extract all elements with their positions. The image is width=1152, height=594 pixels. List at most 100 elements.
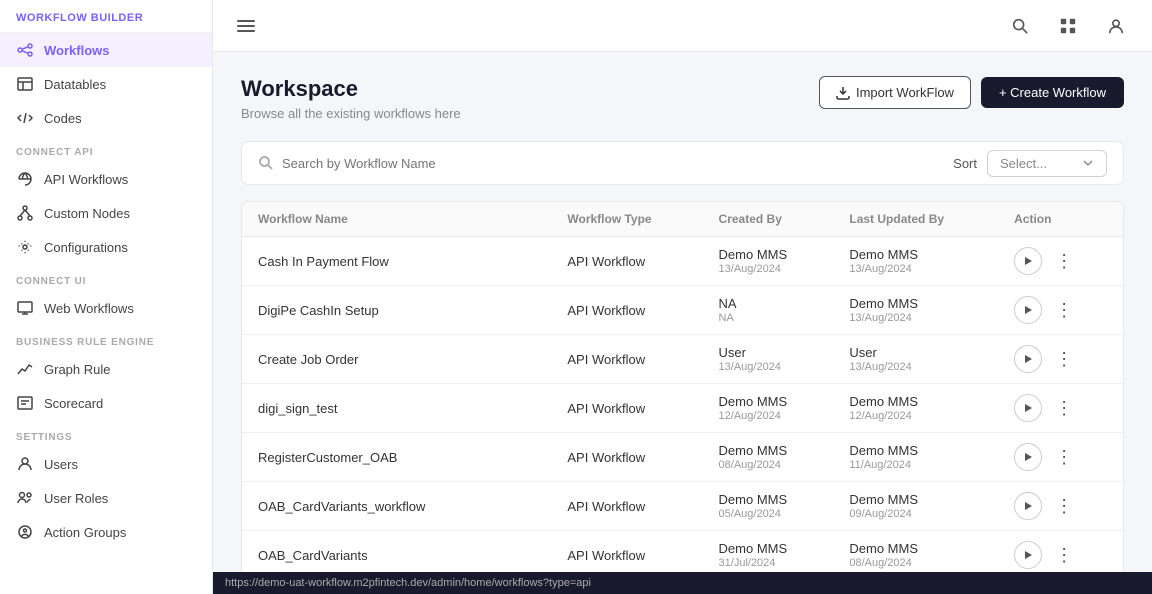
cell-workflow-name: digi_sign_test — [242, 384, 551, 433]
play-icon — [1022, 451, 1034, 463]
cell-workflow-name: Cash In Payment Flow — [242, 237, 551, 286]
topbar — [213, 0, 1152, 52]
sidebar: WORKFLOW BUILDER Workflows Datatables Co… — [0, 0, 213, 594]
code-icon — [16, 109, 34, 127]
sidebar-item-label: Codes — [44, 111, 82, 126]
run-workflow-button[interactable] — [1014, 247, 1042, 275]
more-options-button[interactable]: ⋮ — [1050, 247, 1078, 275]
cell-updated-by: Demo MMS 13/Aug/2024 — [833, 237, 998, 286]
cell-updated-by: Demo MMS 11/Aug/2024 — [833, 433, 998, 482]
more-options-button[interactable]: ⋮ — [1050, 345, 1078, 373]
import-icon — [836, 86, 850, 100]
cell-workflow-name: Create Job Order — [242, 335, 551, 384]
sidebar-item-users[interactable]: Users — [0, 447, 212, 481]
cell-workflow-type: API Workflow — [551, 237, 702, 286]
sidebar-item-label: Scorecard — [44, 396, 103, 411]
col-created-by: Created By — [703, 202, 834, 237]
play-icon — [1022, 402, 1034, 414]
more-options-button[interactable]: ⋮ — [1050, 394, 1078, 422]
sidebar-item-label: Users — [44, 457, 78, 472]
cell-workflow-name: OAB_CardVariants — [242, 531, 551, 573]
sidebar-item-label: Custom Nodes — [44, 206, 130, 221]
table-row: RegisterCustomer_OAB API Workflow Demo M… — [242, 433, 1123, 482]
more-options-button[interactable]: ⋮ — [1050, 443, 1078, 471]
sidebar-item-datatables[interactable]: Datatables — [0, 67, 212, 101]
play-icon — [1022, 255, 1034, 267]
more-options-button[interactable]: ⋮ — [1050, 296, 1078, 324]
cell-workflow-type: API Workflow — [551, 531, 702, 573]
page-header: Workspace Browse all the existing workfl… — [241, 76, 1124, 121]
sidebar-item-action-groups[interactable]: Action Groups — [0, 515, 212, 549]
search-sort-toolbar: Sort Select... — [241, 141, 1124, 185]
api-icon — [16, 170, 34, 188]
statusbar-url: https://demo-uat-workflow.m2pfintech.dev… — [225, 577, 591, 589]
sidebar-item-label: User Roles — [44, 491, 108, 506]
table-row: OAB_CardVariants_workflow API Workflow D… — [242, 482, 1123, 531]
more-options-button[interactable]: ⋮ — [1050, 492, 1078, 520]
sort-select[interactable]: Select... — [987, 150, 1107, 177]
cell-action: ⋮ — [998, 237, 1123, 286]
sidebar-item-graph-rule[interactable]: Graph Rule — [0, 352, 212, 386]
sidebar-item-user-roles[interactable]: User Roles — [0, 481, 212, 515]
page-title: Workspace — [241, 76, 461, 102]
col-workflow-name: Workflow Name — [242, 202, 551, 237]
play-icon — [1022, 304, 1034, 316]
search-button[interactable] — [1004, 10, 1036, 42]
run-workflow-button[interactable] — [1014, 443, 1042, 471]
roles-icon — [16, 489, 34, 507]
apps-button[interactable] — [1052, 10, 1084, 42]
search-input[interactable] — [282, 156, 953, 171]
cell-workflow-type: API Workflow — [551, 384, 702, 433]
sidebar-item-workflows[interactable]: Workflows — [0, 33, 212, 67]
create-workflow-button[interactable]: + Create Workflow — [981, 77, 1124, 108]
run-workflow-button[interactable] — [1014, 345, 1042, 373]
table-header: Workflow Name Workflow Type Created By L… — [242, 202, 1123, 237]
cell-created-by: NA NA — [703, 286, 834, 335]
table: Workflow Name Workflow Type Created By L… — [242, 202, 1123, 572]
table-row: digi_sign_test API Workflow Demo MMS 12/… — [242, 384, 1123, 433]
sidebar-item-label: Configurations — [44, 240, 128, 255]
cell-created-by: Demo MMS 05/Aug/2024 — [703, 482, 834, 531]
sidebar-item-api-workflows[interactable]: API Workflows — [0, 162, 212, 196]
menu-toggle-button[interactable] — [233, 16, 259, 36]
sidebar-item-label: API Workflows — [44, 172, 128, 187]
sidebar-item-label: Workflows — [44, 43, 110, 58]
cell-created-by: User 13/Aug/2024 — [703, 335, 834, 384]
sidebar-item-custom-nodes[interactable]: Custom Nodes — [0, 196, 212, 230]
cell-updated-by: Demo MMS 09/Aug/2024 — [833, 482, 998, 531]
sidebar-item-web-workflows[interactable]: Web Workflows — [0, 291, 212, 325]
cell-updated-by: Demo MMS 12/Aug/2024 — [833, 384, 998, 433]
col-action: Action — [998, 202, 1123, 237]
run-workflow-button[interactable] — [1014, 492, 1042, 520]
table-row: Create Job Order API Workflow User 13/Au… — [242, 335, 1123, 384]
cell-updated-by: Demo MMS 13/Aug/2024 — [833, 286, 998, 335]
play-icon — [1022, 549, 1034, 561]
cell-created-by: Demo MMS 08/Aug/2024 — [703, 433, 834, 482]
section-bre: BUSINESS RULE ENGINE — [0, 325, 212, 352]
table-row: DigiPe CashIn Setup API Workflow NA NA D… — [242, 286, 1123, 335]
chevron-down-icon — [1082, 157, 1094, 169]
graph-icon — [16, 360, 34, 378]
run-workflow-button[interactable] — [1014, 296, 1042, 324]
sidebar-item-codes[interactable]: Codes — [0, 101, 212, 135]
profile-button[interactable] — [1100, 10, 1132, 42]
table-body: Cash In Payment Flow API Workflow Demo M… — [242, 237, 1123, 573]
import-workflow-button[interactable]: Import WorkFlow — [819, 76, 971, 109]
web-icon — [16, 299, 34, 317]
sidebar-item-configurations[interactable]: Configurations — [0, 230, 212, 264]
cell-created-by: Demo MMS 13/Aug/2024 — [703, 237, 834, 286]
header-actions: Import WorkFlow + Create Workflow — [819, 76, 1124, 109]
run-workflow-button[interactable] — [1014, 394, 1042, 422]
play-icon — [1022, 353, 1034, 365]
cell-workflow-type: API Workflow — [551, 433, 702, 482]
cell-action: ⋮ — [998, 384, 1123, 433]
table-row: OAB_CardVariants API Workflow Demo MMS 3… — [242, 531, 1123, 573]
sidebar-item-scorecard[interactable]: Scorecard — [0, 386, 212, 420]
cell-action: ⋮ — [998, 335, 1123, 384]
cell-created-by: Demo MMS 31/Jul/2024 — [703, 531, 834, 573]
more-options-button[interactable]: ⋮ — [1050, 541, 1078, 569]
run-workflow-button[interactable] — [1014, 541, 1042, 569]
section-connect-ui: CONNECT UI — [0, 264, 212, 291]
cell-action: ⋮ — [998, 531, 1123, 573]
sidebar-item-label: Action Groups — [44, 525, 126, 540]
